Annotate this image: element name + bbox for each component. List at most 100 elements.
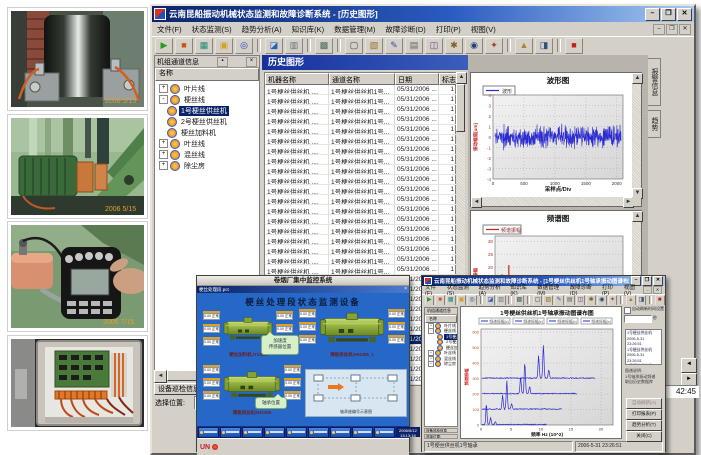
tree-panel-header[interactable]: 机组通道信息 ▪ × [155, 56, 259, 68]
close-button[interactable]: ✕ [677, 8, 692, 21]
report-doc-button[interactable]: ◫ [425, 38, 443, 54]
tree-expander-icon[interactable]: + [428, 361, 434, 367]
table-row[interactable]: 1号梗丝供丝机 ....1号梗丝供丝机1号...05/31/2006 ...1 [265, 85, 455, 95]
table-row[interactable]: 1号梗丝供丝机 ....1号梗丝供丝机1号...05/31/2006 ...1 [265, 115, 455, 125]
menu-4[interactable]: 数据管理(M) [329, 24, 380, 35]
panel-button-0[interactable]: 自动刷新(A) [626, 398, 662, 409]
mdi-minimize-button[interactable]: – [653, 24, 665, 35]
minimize-button[interactable]: – [645, 8, 660, 21]
menu-2[interactable]: 趋势分析(A) [237, 24, 287, 35]
refresh-interval-input[interactable] [624, 315, 652, 323]
nav-left-button[interactable]: ◄ [681, 358, 697, 373]
tree-item-1[interactable]: -梗丝线 [155, 94, 259, 105]
tree-expander-icon[interactable]: + [159, 139, 168, 148]
panel-close-icon[interactable]: × [246, 57, 257, 67]
trend-chart-button[interactable]: ◪ [265, 38, 283, 54]
mdi-minimize-button[interactable]: – [643, 286, 652, 294]
tree-item-4[interactable]: 梗丝加料机 [155, 127, 259, 138]
panel-button-2[interactable]: 趋势分析(T) [626, 420, 662, 431]
image-view-button[interactable]: ▩ [515, 295, 525, 306]
edit-doc-button[interactable]: ✎ [554, 295, 564, 306]
tree-item-0[interactable]: +叶片线 [155, 83, 259, 94]
mdi-close-button[interactable]: ✕ [653, 286, 662, 294]
report-doc-button[interactable]: ◫ [576, 295, 586, 306]
waveform-hscrollbar[interactable]: ◄► [471, 197, 634, 206]
tree-item-7[interactable]: +除尘房 [155, 160, 259, 171]
menu-7[interactable]: 视图(V) [466, 24, 501, 35]
column-header-2[interactable]: 日期 [395, 73, 439, 85]
search-button[interactable]: ◉ [465, 38, 483, 54]
table-header-row[interactable]: 机器名称通道名称日期标志 [265, 73, 455, 85]
settings-button[interactable]: ✦ [485, 38, 503, 54]
trend-chart-button[interactable]: ◪ [486, 295, 496, 306]
new-doc-button[interactable]: ▢ [533, 295, 543, 306]
start-button[interactable]: ▶ [425, 295, 435, 306]
exit-button[interactable]: ■ [565, 38, 583, 54]
table-row[interactable]: 1号梗丝供丝机 ....1号梗丝供丝机1号...05/31/2006 ...1 [265, 245, 455, 255]
panel-button-3[interactable]: 关闭(C) [626, 431, 662, 442]
tree-expander-icon[interactable]: + [159, 161, 168, 170]
copy-doc-button[interactable]: ▤ [565, 295, 575, 306]
side-tab-trend[interactable]: 趋势 [648, 110, 661, 138]
close-button[interactable]: ✕ [653, 276, 663, 286]
table-row[interactable]: 1号梗丝供丝机 ....1号梗丝供丝机1号...05/31/2006 ...1 [265, 155, 455, 165]
mdi-close-button[interactable]: ✕ [679, 24, 691, 35]
open-doc-button[interactable]: ▧ [543, 295, 553, 306]
search-button[interactable]: ◉ [597, 295, 607, 306]
table-row[interactable]: 1号梗丝供丝机 ....1号梗丝供丝机1号...05/31/2006 ...1 [265, 165, 455, 175]
table-row[interactable]: 1号梗丝供丝机 ....1号梗丝供丝机1号...05/31/2006 ...1 [265, 195, 455, 205]
waveform-vscrollbar[interactable]: ▲▼ [632, 73, 641, 199]
table-row[interactable]: 1号梗丝供丝机 ....1号梗丝供丝机1号...05/31/2006 ...1 [265, 145, 455, 155]
taskbar-button[interactable] [220, 427, 241, 438]
taskbar-button[interactable] [352, 427, 373, 438]
image-view-button[interactable]: ▩ [315, 38, 333, 54]
table-row[interactable]: 1号梗丝供丝机 ....1号梗丝供丝机1号...05/31/2006 ...1 [265, 95, 455, 105]
upload-button[interactable]: ▲ [626, 295, 636, 306]
table-row[interactable]: 1号梗丝供丝机 ....1号梗丝供丝机1号...05/31/2006 ...1 [265, 175, 455, 185]
stop-button[interactable]: ■ [435, 295, 445, 306]
tree-expander-icon[interactable]: + [159, 84, 168, 93]
table-row[interactable]: 1号梗丝供丝机 ....1号梗丝供丝机1号...05/31/2006 ...1 [265, 255, 455, 265]
machine-dryer-1[interactable]: 薄板烘丝机SH1355_1 0.00 正常0.00 正常0.00 正常0.00 … [299, 307, 405, 357]
taskbar-button[interactable] [264, 427, 285, 438]
bluetooth-button[interactable]: ◎ [235, 38, 253, 54]
taskbar-button[interactable] [198, 427, 219, 438]
new-doc-button[interactable]: ▢ [345, 38, 363, 54]
grid-view-button[interactable]: ▥ [285, 38, 303, 54]
select-location-tab[interactable]: 选择位置: [424, 434, 458, 439]
settings-button[interactable]: ✦ [608, 295, 618, 306]
grid-view-button[interactable]: ▥ [496, 295, 506, 306]
tree-item-3[interactable]: 2号梗丝供丝机 [155, 116, 259, 127]
print-button[interactable]: ◨ [637, 295, 647, 306]
start-button[interactable]: ▶ [155, 38, 173, 54]
monitor-close-icon[interactable]: × [404, 286, 407, 293]
bluetooth-button[interactable]: ◎ [467, 295, 477, 306]
panel-button-1[interactable]: 打印报表(P) [626, 409, 662, 420]
maximize-button[interactable]: ❐ [642, 276, 652, 286]
tree-item-7[interactable]: +除尘房 [425, 362, 457, 368]
side-tab-alarms[interactable]: 报警信息 [648, 58, 661, 106]
exit-button[interactable]: ■ [655, 295, 665, 306]
inspection-info-tab[interactable]: 设备巡检信息 [424, 428, 458, 433]
menu-1[interactable]: 状态监测(S) [187, 24, 237, 35]
menu-3[interactable]: 知识库(K) [287, 24, 330, 35]
table-row[interactable]: 1号梗丝供丝机 ....1号梗丝供丝机1号...05/31/2006 ...1 [265, 235, 455, 245]
column-header-3[interactable]: 标志 [439, 73, 457, 85]
table-row[interactable]: 1号梗丝供丝机 ....1号梗丝供丝机1号...05/31/2006 ...1 [265, 265, 455, 275]
tree-expander-icon[interactable]: + [159, 150, 168, 159]
record-list[interactable]: 1号梗丝供丝机2006-5-31 23:26:511号梗丝供丝机2006-5-3… [625, 329, 662, 365]
taskbar-button[interactable] [330, 427, 351, 438]
edit-doc-button[interactable]: ✎ [385, 38, 403, 54]
taskbar-button[interactable] [374, 427, 395, 438]
wave-monitor-button[interactable]: ▦ [446, 295, 456, 306]
menu-6[interactable]: 打印(P) [431, 24, 466, 35]
column-header-1[interactable]: 通道名称 [329, 73, 395, 85]
table-row[interactable]: 1号梗丝供丝机 ....1号梗丝供丝机1号...05/31/2006 ...1 [265, 125, 455, 135]
screen-monitor-button[interactable]: ▣ [457, 295, 467, 306]
menu-5[interactable]: 故障诊断(D) [380, 24, 430, 35]
table-row[interactable]: 1号梗丝供丝机 ....1号梗丝供丝机1号...05/31/2006 ...1 [265, 135, 455, 145]
tree-expander-icon[interactable]: - [428, 328, 434, 334]
table-row[interactable]: 1号梗丝供丝机 ....1号梗丝供丝机1号...05/31/2006 ...1 [265, 225, 455, 235]
table-row[interactable]: 1号梗丝供丝机 ....1号梗丝供丝机1号...05/31/2006 ...1 [265, 215, 455, 225]
pin-icon[interactable]: ▪ [217, 57, 228, 67]
